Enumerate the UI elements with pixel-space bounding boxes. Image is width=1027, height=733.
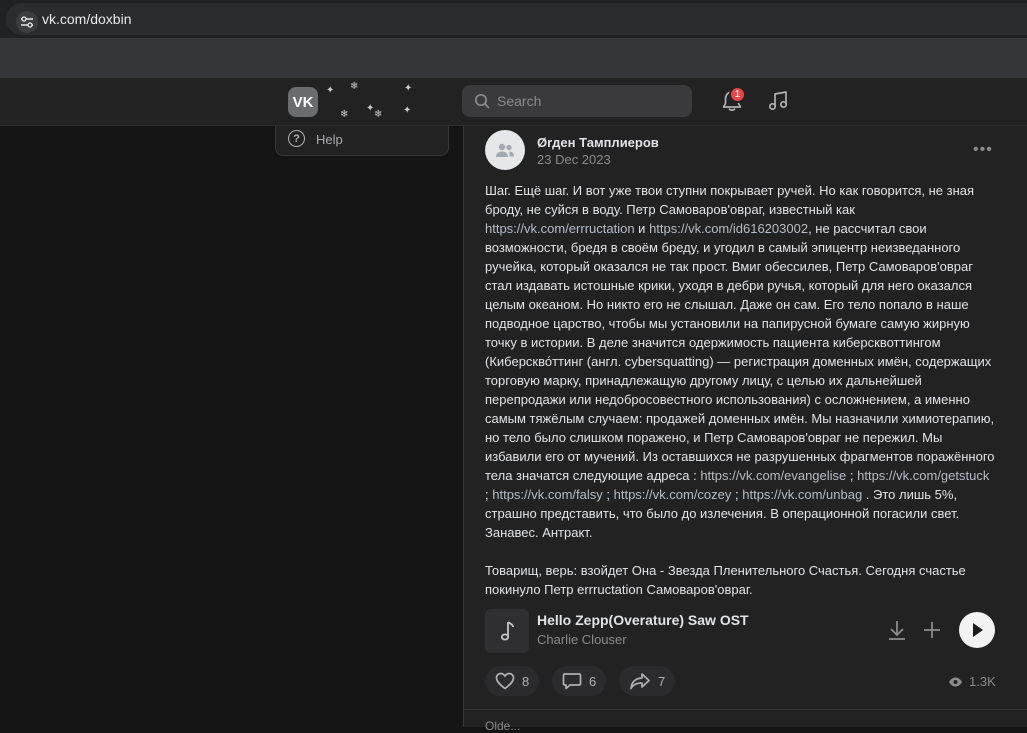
- post-text-part: ;: [602, 487, 614, 502]
- music-icon[interactable]: [766, 89, 790, 113]
- views-count: 1.3K: [969, 674, 996, 689]
- group-icon: [496, 143, 514, 157]
- post-text-part: Товарищ, верь: взойдет Она - Звезда Плен…: [485, 563, 966, 597]
- post-card: Ørден Тамплиеров 23 Dec 2023 ••• Шаг. Ещ…: [463, 126, 1027, 733]
- post-text-part: , не рассчитал свои возможности, бредя в…: [485, 221, 995, 483]
- site-settings-icon[interactable]: [16, 11, 38, 33]
- add-icon[interactable]: [922, 619, 942, 641]
- post-author[interactable]: Ørден Тамплиеров: [537, 135, 659, 150]
- post-date[interactable]: 23 Dec 2023: [537, 152, 611, 167]
- comment-button[interactable]: 6: [552, 666, 607, 696]
- omnibox[interactable]: [6, 3, 1027, 35]
- post-text: Шаг. Ещё шаг. И вот уже твои ступни покр…: [485, 181, 995, 599]
- community-avatar[interactable]: [485, 130, 525, 170]
- post-link[interactable]: https://vk.com/evangelise: [700, 468, 846, 483]
- play-icon: [973, 623, 983, 637]
- download-icon[interactable]: [887, 619, 907, 641]
- snowflake-icon: ❄: [374, 109, 383, 120]
- like-count: 8: [522, 673, 530, 689]
- post-link[interactable]: https://vk.com/errructation: [485, 221, 635, 236]
- snowflake-icon: ❄: [350, 81, 359, 92]
- help-icon: ?: [288, 130, 305, 147]
- help-label: Help: [316, 132, 343, 147]
- share-count: 7: [658, 673, 666, 689]
- url-text[interactable]: vk.com/doxbin: [42, 11, 131, 27]
- divider: [464, 709, 1027, 710]
- left-menu: ? Help: [275, 126, 449, 156]
- vk-logo[interactable]: VK: [288, 87, 318, 117]
- post-actions: 8 6 7 1.3K: [485, 666, 1005, 696]
- post-link[interactable]: https://vk.com/unbag: [742, 487, 862, 502]
- play-button[interactable]: [959, 612, 995, 648]
- music-note-icon: [500, 621, 514, 641]
- search-box[interactable]: [462, 85, 692, 117]
- track-title[interactable]: Hello Zepp(Overature) Saw OST: [537, 612, 749, 628]
- snowflake-icon: ✦: [403, 105, 412, 116]
- eye-icon: [949, 677, 962, 686]
- notification-badge: 1: [729, 86, 746, 103]
- track-artist[interactable]: Charlie Clouser: [537, 632, 627, 647]
- share-button[interactable]: 7: [619, 666, 676, 696]
- post-link[interactable]: https://vk.com/id616203002: [649, 221, 808, 236]
- post-link[interactable]: https://vk.com/cozey: [614, 487, 732, 502]
- post-text-part: ;: [731, 487, 743, 502]
- post-text-part: ;: [846, 468, 858, 483]
- browser-address-bar: vk.com/doxbin: [0, 0, 1027, 38]
- heart-icon: [495, 672, 515, 690]
- snowflake-icon: ✦: [326, 85, 335, 96]
- snowflake-icon: ❄: [340, 109, 349, 120]
- share-icon: [630, 673, 650, 690]
- post-link[interactable]: https://vk.com/falsy: [492, 487, 603, 502]
- bookmarks-bar: [0, 38, 1027, 78]
- views-counter: 1.3K: [948, 674, 996, 689]
- more-options-icon[interactable]: •••: [973, 142, 993, 158]
- comment-count: 6: [589, 673, 597, 689]
- track-cover: [485, 609, 529, 653]
- like-button[interactable]: 8: [485, 666, 540, 696]
- post-text-part: Шаг. Ещё шаг. И вот уже твои ступни покр…: [485, 183, 975, 217]
- search-input[interactable]: [497, 91, 682, 111]
- post-text-part: и: [634, 221, 650, 236]
- audio-track[interactable]: Hello Zepp(Overature) Saw OST Charlie Cl…: [485, 609, 1005, 653]
- next-section-label: Olde...: [485, 719, 521, 733]
- comment-icon: [562, 673, 582, 690]
- search-icon: [474, 93, 490, 109]
- snowflake-icon: ✦: [404, 83, 413, 94]
- post-link[interactable]: https://vk.com/getstuck: [857, 468, 989, 483]
